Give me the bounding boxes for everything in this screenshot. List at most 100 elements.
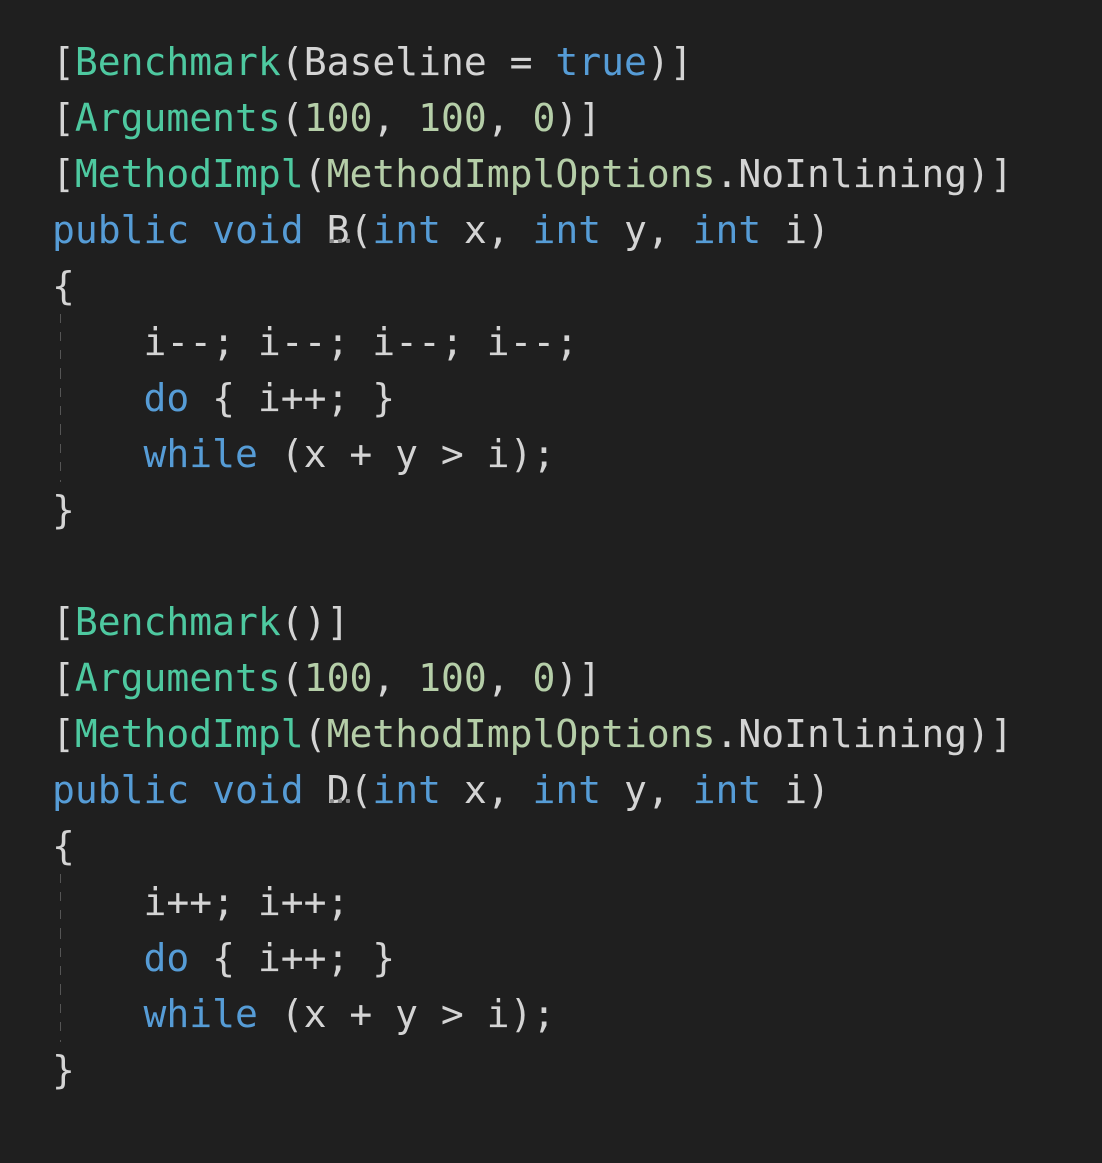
- code-token-plain: }: [52, 488, 75, 532]
- code-token-kw: public: [52, 768, 190, 812]
- code-token-plain: (: [303, 152, 327, 196]
- code-token-plain: .: [715, 712, 739, 756]
- code-token-plain: Baseline: [303, 40, 487, 84]
- code-line[interactable]: [MethodImpl(MethodImplOptions.NoInlining…: [52, 146, 1102, 202]
- code-token-enum: MethodImplOptions: [326, 152, 716, 196]
- code-token-plain: y,: [601, 768, 693, 812]
- code-token-kw: int: [532, 208, 602, 252]
- code-token-num: 100: [303, 96, 373, 140]
- code-token-plain: i++; i++;: [52, 880, 350, 924]
- code-token-kw: int: [692, 208, 762, 252]
- code-token-plain: (: [349, 208, 373, 252]
- code-token-plain: ,: [486, 96, 533, 140]
- indent-guide: [60, 314, 61, 370]
- code-token-plain: ,: [372, 656, 419, 700]
- code-token-plain: {: [52, 264, 75, 308]
- code-token-attr: Benchmark: [74, 40, 281, 84]
- code-token-plain: (: [280, 96, 304, 140]
- code-token-attr: Arguments: [74, 656, 281, 700]
- code-token-plain: ,: [372, 96, 419, 140]
- code-token-kw: do: [143, 376, 190, 420]
- code-token-plain: x,: [441, 768, 533, 812]
- code-line[interactable]: [Arguments(100, 100, 0)]: [52, 90, 1102, 146]
- code-token-plain: (: [280, 40, 304, 84]
- code-line[interactable]: [MethodImpl(MethodImplOptions.NoInlining…: [52, 706, 1102, 762]
- code-token-plain: )]: [555, 656, 602, 700]
- code-token-num: 100: [303, 656, 373, 700]
- code-line[interactable]: while (x + y > i);: [52, 426, 1102, 482]
- code-token-plain: }: [52, 1048, 75, 1092]
- code-token-plain: [: [52, 712, 75, 756]
- code-token-kw: int: [372, 208, 441, 252]
- code-token-num: 0: [532, 96, 556, 140]
- code-token-plain: )]: [967, 712, 1013, 756]
- code-token-plain: [: [52, 40, 75, 84]
- indent-guide: [60, 874, 61, 930]
- code-line[interactable]: [Arguments(100, 100, 0)]: [52, 650, 1102, 706]
- code-token-plain: [: [52, 152, 75, 196]
- code-line[interactable]: i++; i++;: [52, 874, 1102, 930]
- code-line[interactable]: }: [52, 482, 1102, 538]
- code-line[interactable]: do { i++; }: [52, 930, 1102, 986]
- code-content[interactable]: [Benchmark(Baseline = true)] [Arguments(1…: [52, 34, 1102, 1098]
- code-token-attr: Benchmark: [74, 600, 281, 644]
- code-token-plain: y,: [601, 208, 693, 252]
- code-token-num: 100: [418, 96, 487, 140]
- indent-guide: [60, 370, 61, 426]
- code-token-attr: MethodImpl: [74, 152, 304, 196]
- code-token-plain: i): [761, 768, 830, 812]
- code-token-num: 0: [532, 656, 556, 700]
- code-token-plain: [: [52, 96, 75, 140]
- code-line[interactable]: [52, 538, 1102, 594]
- code-token-kw: int: [532, 768, 602, 812]
- code-token-plain: x,: [441, 208, 533, 252]
- code-token-plain: (: [303, 712, 327, 756]
- code-token-plain: (: [280, 656, 304, 700]
- code-line[interactable]: do { i++; }: [52, 370, 1102, 426]
- code-token-kw: int: [692, 768, 762, 812]
- code-token-plain: ,: [486, 656, 533, 700]
- code-token-kw: int: [372, 768, 441, 812]
- code-token-plain: [: [52, 656, 75, 700]
- code-line[interactable]: public void D(int x, int y, int i): [52, 762, 1102, 818]
- code-token-attr: MethodImpl: [74, 712, 304, 756]
- code-token-kw: do: [143, 936, 190, 980]
- code-token-kw: true: [555, 40, 647, 84]
- code-token-plain: )]: [646, 40, 693, 84]
- code-line[interactable]: [Benchmark(Baseline = true)]: [52, 34, 1102, 90]
- indent-guide: [60, 426, 61, 482]
- code-line[interactable]: i--; i--; i--; i--;: [52, 314, 1102, 370]
- code-token-plain: (: [349, 768, 373, 812]
- code-token-plain: { i++; }: [189, 376, 396, 420]
- code-line[interactable]: {: [52, 818, 1102, 874]
- code-token-plain: [: [52, 600, 75, 644]
- code-line[interactable]: public void B(int x, int y, int i): [52, 202, 1102, 258]
- code-token-plain: ()]: [280, 600, 350, 644]
- code-token-plain: .: [715, 152, 739, 196]
- method-name-with-hint[interactable]: B: [327, 208, 350, 252]
- method-name-with-hint[interactable]: D: [327, 768, 350, 812]
- code-token-plain: (x + y > i);: [257, 432, 556, 476]
- code-editor[interactable]: [Benchmark(Baseline = true)] [Arguments(1…: [0, 0, 1102, 1163]
- code-token-enum: MethodImplOptions: [326, 712, 716, 756]
- code-token-kw: void: [212, 768, 304, 812]
- code-token-plain: {: [52, 824, 75, 868]
- code-line[interactable]: }: [52, 1042, 1102, 1098]
- code-token-kw: while: [143, 992, 258, 1036]
- code-line[interactable]: while (x + y > i);: [52, 986, 1102, 1042]
- code-token-plain: { i++; }: [189, 936, 396, 980]
- code-token-plain: )]: [967, 152, 1013, 196]
- code-line[interactable]: {: [52, 258, 1102, 314]
- code-line[interactable]: [Benchmark()]: [52, 594, 1102, 650]
- code-token-plain: i): [761, 208, 830, 252]
- code-token-plain: (x + y > i);: [257, 992, 556, 1036]
- code-token-num: 100: [418, 656, 487, 700]
- code-token-plain: i--; i--; i--; i--;: [52, 320, 579, 364]
